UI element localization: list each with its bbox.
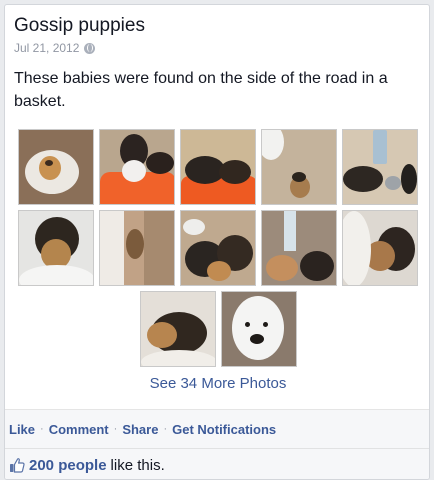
likes-count-link[interactable]: 200 people — [29, 457, 107, 474]
thumbs-up-icon — [10, 458, 25, 473]
likes-summary: 200 people like this. — [5, 449, 429, 479]
photo-puppies-sleeping-orange[interactable] — [180, 129, 256, 205]
separator: · — [163, 423, 168, 435]
photo-puppies-orange-blanket[interactable] — [99, 129, 175, 205]
photo-puppies-group-bowls[interactable] — [342, 129, 418, 205]
photo-puppy-floor[interactable] — [261, 129, 337, 205]
photo-puppy-corner[interactable] — [99, 210, 175, 286]
photo-puppy-sleeping-pillow[interactable] — [139, 291, 216, 367]
photo-puppies-pile[interactable] — [180, 210, 256, 286]
comment-link[interactable]: Comment — [49, 422, 109, 437]
post-date[interactable]: Jul 21, 2012 — [14, 41, 79, 55]
photo-puppy-on-pillow[interactable] — [18, 129, 94, 205]
photo-grid — [17, 129, 419, 372]
photo-puppy-white-towel[interactable] — [18, 210, 94, 286]
share-link[interactable]: Share — [122, 422, 158, 437]
get-notifications-link[interactable]: Get Notifications — [172, 422, 276, 437]
post-header: Gossip puppies Jul 21, 2012 — [14, 15, 145, 55]
see-more-photos-link[interactable]: See 34 More Photos — [5, 375, 429, 392]
post-card: Gossip puppies Jul 21, 2012 These babies… — [4, 4, 430, 480]
post-meta: Jul 21, 2012 — [14, 41, 145, 55]
separator: · — [113, 423, 118, 435]
photo-row — [17, 291, 419, 367]
post-message: These babies were found on the side of t… — [14, 70, 388, 110]
post-title[interactable]: Gossip puppies — [14, 15, 145, 37]
photo-row — [17, 129, 419, 205]
separator: · — [40, 423, 44, 435]
like-link[interactable]: Like — [9, 422, 35, 437]
likes-suffix: like this. — [110, 456, 165, 474]
photo-puppy-towel-closeup[interactable] — [342, 210, 418, 286]
photo-puppies-window[interactable] — [261, 210, 337, 286]
photo-row — [17, 210, 419, 286]
globe-icon — [84, 42, 96, 54]
action-bar: Like · Comment · Share · Get Notificatio… — [5, 409, 429, 449]
photo-white-puppy-face[interactable] — [220, 291, 297, 367]
